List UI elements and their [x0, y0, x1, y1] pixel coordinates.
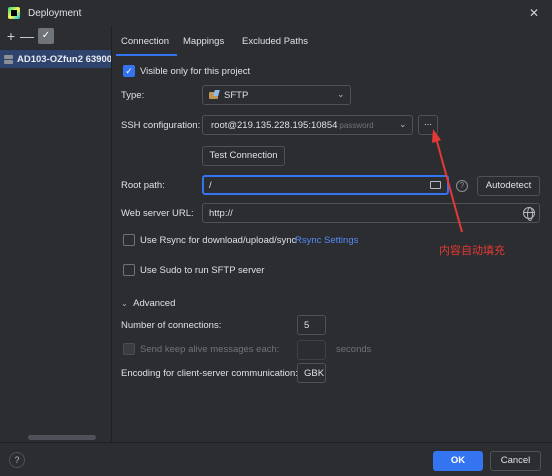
ssh-config-browse-button[interactable]: ... — [418, 115, 438, 135]
root-path-label: Root path: — [121, 180, 165, 191]
web-url-value: http:// — [209, 208, 233, 219]
keepalive-checkbox[interactable] — [123, 343, 135, 355]
cancel-button[interactable]: Cancel — [490, 451, 541, 471]
visible-only-label: Visible only for this project — [140, 66, 251, 77]
ok-button[interactable]: OK — [433, 451, 483, 471]
keepalive-unit: seconds — [336, 344, 372, 355]
type-label: Type: — [121, 90, 145, 101]
use-as-default-icon[interactable]: ✓ — [38, 28, 54, 44]
web-url-label: Web server URL: — [121, 208, 194, 219]
encoding-label: Encoding for client-server communication… — [121, 368, 298, 379]
help-icon[interactable]: ? — [456, 180, 468, 192]
folder-icon[interactable] — [430, 181, 441, 189]
root-path-value: / — [209, 180, 212, 191]
tab-bar: Connection Mappings Excluded Paths — [113, 26, 552, 58]
keepalive-input[interactable] — [297, 340, 326, 360]
autodetect-button[interactable]: Autodetect — [477, 176, 540, 196]
type-value: SFTP — [224, 90, 249, 101]
server-icon — [3, 54, 14, 65]
annotation-text: 内容自动填充 — [439, 244, 505, 257]
server-name: AD103-OZfun2 639000 — [17, 53, 111, 65]
test-connection-button[interactable]: Test Connection — [202, 146, 285, 166]
server-list-item[interactable]: AD103-OZfun2 639000 — [0, 50, 111, 68]
type-dropdown[interactable]: SFTP ⌄ — [202, 85, 351, 105]
globe-icon[interactable] — [523, 207, 535, 221]
rsync-label: Use Rsync for download/upload/sync — [140, 235, 297, 246]
connections-label: Number of connections: — [121, 320, 222, 331]
advanced-title: Advanced — [133, 298, 176, 309]
window-title: Deployment — [28, 8, 82, 19]
ssh-auth-type: password — [339, 121, 374, 130]
chevron-down-icon: ⌄ — [121, 299, 128, 308]
sudo-label: Use Sudo to run SFTP server — [140, 265, 265, 276]
sftp-icon — [209, 90, 220, 100]
tab-mappings[interactable]: Mappings — [183, 36, 224, 47]
connections-input[interactable]: 5 — [297, 315, 326, 335]
encoding-value: GBK — [304, 368, 325, 379]
title-bar: Deployment ✕ — [0, 0, 552, 26]
close-icon[interactable]: ✕ — [525, 4, 543, 22]
web-url-input[interactable]: http:// — [202, 203, 540, 223]
connections-value: 5 — [304, 320, 310, 331]
ssh-config-label: SSH configuration: — [121, 120, 201, 131]
chevron-down-icon: ⌄ — [337, 89, 345, 99]
dialog-footer: ? OK Cancel — [0, 442, 552, 476]
ssh-config-dropdown[interactable]: root@219.135.228.195:10854 password ⌄ — [202, 115, 413, 135]
ssh-config-value: root@219.135.228.195:10854 — [211, 120, 338, 131]
encoding-input[interactable]: GBK — [297, 363, 326, 383]
server-list-toolbar: + — ✓ — [0, 26, 111, 48]
remove-server-icon[interactable]: — — [19, 28, 35, 44]
rsync-checkbox[interactable] — [123, 234, 135, 246]
rsync-settings-link[interactable]: Rsync Settings — [295, 235, 358, 246]
root-path-input[interactable]: / — [202, 175, 449, 195]
visible-only-checkbox[interactable]: ✓ — [123, 65, 135, 77]
active-tab-indicator — [116, 54, 177, 56]
tab-excluded-paths[interactable]: Excluded Paths — [242, 36, 308, 47]
add-server-icon[interactable]: + — [3, 28, 19, 44]
sudo-checkbox[interactable] — [123, 264, 135, 276]
chevron-down-icon: ⌄ — [399, 119, 407, 129]
help-button[interactable]: ? — [9, 452, 25, 468]
horizontal-scrollbar[interactable] — [28, 435, 96, 440]
advanced-section-toggle[interactable]: ⌄ Advanced — [121, 298, 175, 309]
app-icon — [8, 7, 20, 19]
server-list-panel: + — ✓ AD103-OZfun2 639000 — [0, 26, 112, 442]
tab-connection[interactable]: Connection — [121, 36, 169, 47]
keepalive-label: Send keep alive messages each: — [140, 344, 280, 355]
